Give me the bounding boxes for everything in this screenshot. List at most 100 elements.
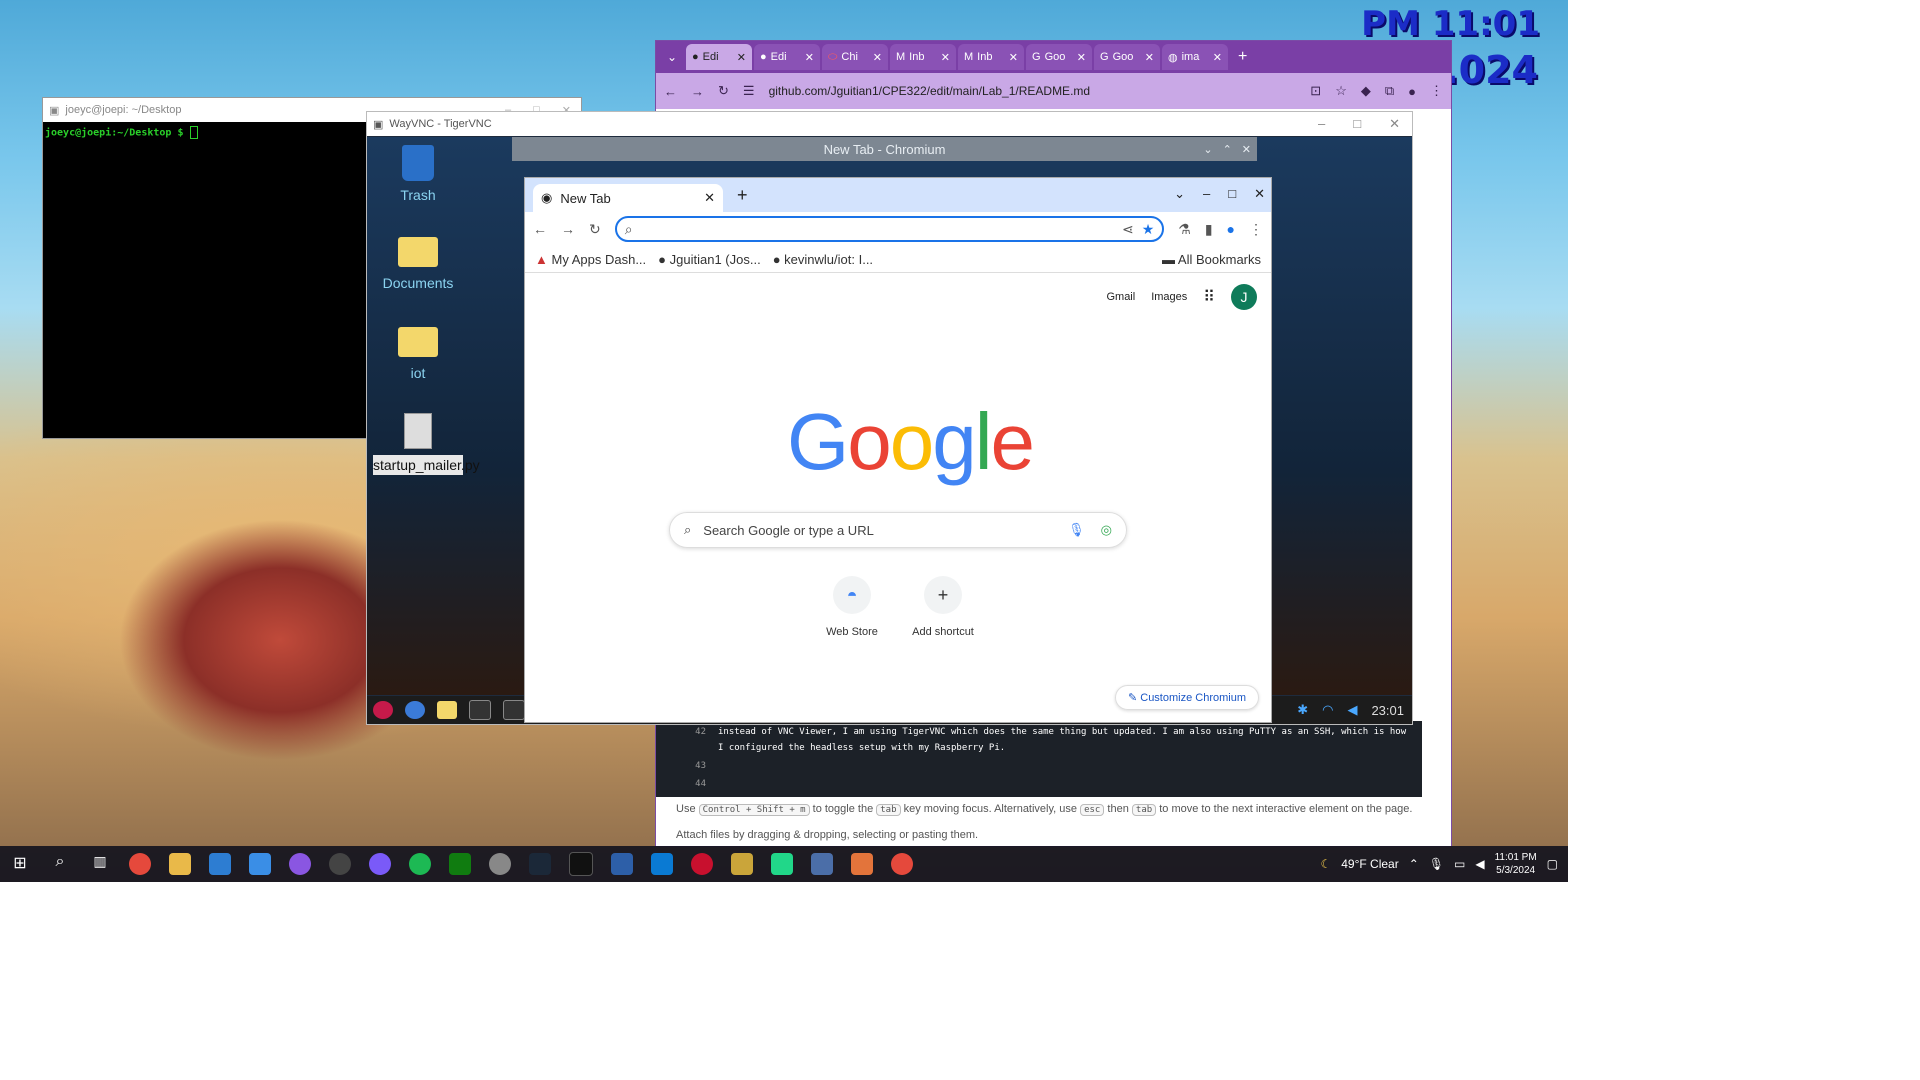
app-icon[interactable] xyxy=(851,853,873,875)
pi-clock[interactable]: 23:01 xyxy=(1371,703,1404,718)
minimize-button[interactable]: – xyxy=(1203,186,1210,202)
bookmark-item[interactable]: ▲ My Apps Dash... xyxy=(535,252,646,267)
network-icon[interactable]: ▭ xyxy=(1454,857,1465,871)
menu-icon[interactable]: ⋮ xyxy=(1249,221,1263,238)
reload-icon[interactable]: ↻ xyxy=(589,221,601,238)
tab-new-tab[interactable]: ◉ New Tab ✕ xyxy=(533,184,723,212)
desktop-icon-trash[interactable]: Trash xyxy=(373,145,463,203)
microphone-icon[interactable]: 🎙 xyxy=(1068,522,1085,538)
vscode-icon[interactable] xyxy=(651,853,673,875)
minimize-button[interactable]: – xyxy=(1318,116,1325,132)
microphone-icon[interactable]: 🎙 xyxy=(1429,857,1444,871)
close-tab-icon[interactable]: ✕ xyxy=(1077,51,1086,64)
omnibox-input[interactable] xyxy=(640,220,1114,238)
omnibox[interactable]: ⌕ ⋖ ★ xyxy=(614,216,1165,242)
reload-icon[interactable]: ↻ xyxy=(718,83,729,99)
chrome-tab-7[interactable]: ◍ ima ✕ xyxy=(1162,44,1228,70)
star-icon[interactable]: ☆ xyxy=(1335,83,1347,99)
forward-icon[interactable]: → xyxy=(691,84,704,99)
star-icon[interactable]: ★ xyxy=(1142,221,1155,238)
profile-icon[interactable]: ● xyxy=(1227,221,1235,237)
volume-icon[interactable]: ◀ xyxy=(1475,857,1484,871)
google-search-box[interactable]: ⌕ Search Google or type a URL 🎙 ◎ xyxy=(669,512,1127,548)
spotify-icon[interactable] xyxy=(409,853,431,875)
close-tab-icon[interactable]: ✕ xyxy=(737,51,746,64)
gmail-link[interactable]: Gmail xyxy=(1106,291,1135,303)
images-link[interactable]: Images xyxy=(1151,291,1187,303)
apps-grid-icon[interactable]: ⠿ xyxy=(1203,287,1215,307)
volume-icon[interactable]: ◀ xyxy=(1347,702,1357,718)
chrome-tab-2[interactable]: ⬭ Chi ✕ xyxy=(822,44,888,70)
start-icon[interactable]: ⊞ xyxy=(9,853,31,875)
desktop-icon-startup-mailer[interactable]: startup_mailer.py xyxy=(373,413,480,475)
new-tab-button[interactable]: + xyxy=(1238,48,1247,66)
shortcut-web-store[interactable]: ◓ Web Store xyxy=(812,576,892,638)
raspberry-menu-icon[interactable] xyxy=(373,701,393,719)
xbox-icon[interactable] xyxy=(449,853,471,875)
chevron-down-icon[interactable]: ⌄ xyxy=(1203,143,1212,156)
chrome-icon[interactable] xyxy=(891,853,913,875)
notification-icon[interactable]: ▢ xyxy=(1547,857,1558,871)
chrome-tab-3[interactable]: M Inb ✕ xyxy=(890,44,956,70)
avatar[interactable]: J xyxy=(1231,284,1257,310)
chrome-tab-6[interactable]: G Goo ✕ xyxy=(1094,44,1160,70)
address-bar[interactable]: github.com/Jguitian1/CPE322/edit/main/La… xyxy=(769,84,1091,98)
bluetooth-icon[interactable]: ✱ xyxy=(1297,702,1308,718)
forward-icon[interactable]: → xyxy=(561,221,575,237)
code-area[interactable]: 42 instead of VNC Viewer, I am using Tige… xyxy=(656,721,1422,797)
powershell-icon[interactable] xyxy=(611,853,633,875)
chevron-up-icon[interactable]: ⌃ xyxy=(1409,857,1419,871)
settings-icon[interactable] xyxy=(489,853,511,875)
back-icon[interactable]: ← xyxy=(533,221,547,237)
tab-search-icon[interactable]: ⌄ xyxy=(1174,186,1185,202)
chrome-tab-4[interactable]: M Inb ✕ xyxy=(958,44,1024,70)
menu-icon[interactable]: ⋮ xyxy=(1430,83,1443,99)
tab-search-icon[interactable]: ⌄ xyxy=(660,50,684,64)
bookmark-item[interactable]: ● kevinwlu/iot: I... xyxy=(773,252,873,267)
site-info-icon[interactable]: ☰ xyxy=(743,83,755,99)
wifi-icon[interactable]: ◠ xyxy=(1322,702,1333,718)
desktop-icon-iot[interactable]: iot xyxy=(373,327,463,381)
terminal-icon[interactable] xyxy=(569,852,593,876)
shortcut-add[interactable]: + Add shortcut xyxy=(903,576,983,638)
chrome-tab-5[interactable]: G Goo ✕ xyxy=(1026,44,1092,70)
terminal-launcher-icon[interactable] xyxy=(469,700,491,720)
store-icon[interactable] xyxy=(209,853,231,875)
app-icon[interactable] xyxy=(289,853,311,875)
share-icon[interactable]: ⋖ xyxy=(1122,221,1134,238)
chevron-up-icon[interactable]: ⌃ xyxy=(1223,143,1232,156)
all-bookmarks[interactable]: ▬ All Bookmarks xyxy=(1162,252,1261,267)
mail-icon[interactable] xyxy=(249,853,271,875)
side-panel-icon[interactable]: ▮ xyxy=(1205,221,1213,238)
close-tab-icon[interactable]: ✕ xyxy=(1145,51,1154,64)
app-icon[interactable] xyxy=(329,853,351,875)
close-tab-icon[interactable]: ✕ xyxy=(873,51,882,64)
search-icon[interactable]: ⌕ xyxy=(49,853,71,875)
bookmarks-label[interactable]: kmarks xyxy=(1410,113,1445,125)
close-button[interactable]: ✕ xyxy=(1254,186,1265,202)
maximize-button[interactable]: □ xyxy=(1353,116,1361,132)
markdown-editor[interactable]: 42 instead of VNC Viewer, I am using Tige… xyxy=(656,711,1449,846)
lens-icon[interactable]: ◎ xyxy=(1101,522,1112,538)
pycharm-icon[interactable] xyxy=(771,853,793,875)
close-tab-icon[interactable]: ✕ xyxy=(941,51,950,64)
inner-window-titlebar[interactable]: New Tab - Chromium ⌄ ⌃ ✕ xyxy=(512,137,1257,161)
back-icon[interactable]: ← xyxy=(664,84,677,99)
puzzle-icon[interactable]: ⧉ xyxy=(1385,83,1394,99)
install-icon[interactable]: ⊡ xyxy=(1310,83,1321,99)
maximize-button[interactable]: □ xyxy=(1228,186,1236,202)
chrome-tab-1[interactable]: ● Edi ✕ xyxy=(754,44,820,70)
discord-icon[interactable] xyxy=(369,853,391,875)
labs-icon[interactable]: ⚗ xyxy=(1178,221,1191,238)
steam-icon[interactable] xyxy=(529,853,551,875)
new-tab-button[interactable]: + xyxy=(737,185,748,206)
browser-icon[interactable] xyxy=(405,701,425,719)
terminal-task-icon[interactable] xyxy=(503,700,525,720)
bookmark-item[interactable]: ● Jguitian1 (Jos... xyxy=(658,252,761,267)
file-manager-icon[interactable] xyxy=(437,701,457,719)
chrome-icon[interactable] xyxy=(129,853,151,875)
chrome-tab-0[interactable]: ● Edi ✕ xyxy=(686,44,752,70)
app-icon[interactable] xyxy=(731,853,753,875)
close-tab-icon[interactable]: ✕ xyxy=(1009,51,1018,64)
app-icon[interactable] xyxy=(811,853,833,875)
